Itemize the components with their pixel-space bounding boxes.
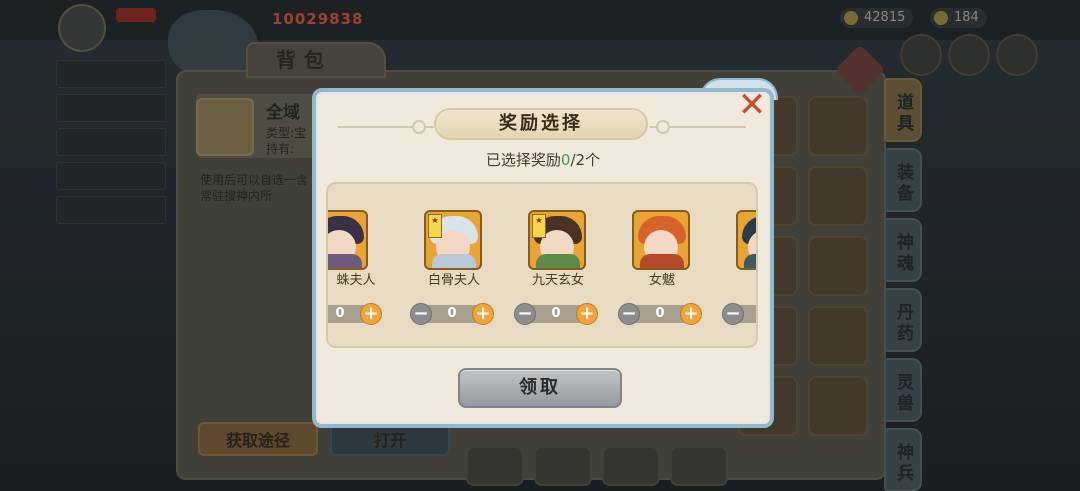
claim-button[interactable]: 领取 — [458, 368, 622, 408]
quantity-value: 0 — [335, 306, 345, 321]
minus-button[interactable]: − — [618, 303, 640, 325]
avatar[interactable] — [736, 210, 756, 270]
avatar[interactable] — [632, 210, 690, 270]
title-ornament-right — [656, 120, 670, 134]
avatar[interactable]: ★ — [528, 210, 586, 270]
minus-button[interactable]: − — [514, 303, 536, 325]
rarity-badge-icon: ★ — [428, 214, 442, 238]
selected-count-text: 已选择奖励0/2个 — [312, 150, 774, 170]
reward-name: 女魃 — [648, 273, 675, 288]
reward-name: 白骨夫人 — [427, 273, 480, 288]
reward-name: 蛛夫人 — [336, 273, 376, 288]
minus-button[interactable]: − — [410, 303, 432, 325]
quantity-stepper: − 0 + — [328, 302, 384, 326]
plus-button[interactable]: + — [576, 303, 598, 325]
avatar[interactable]: ★ — [424, 210, 482, 270]
title-ornament-left — [412, 120, 426, 134]
reward-list[interactable]: 蛛夫人 − 0 + ★ 白骨夫人 − — [326, 182, 758, 348]
dialog-title: 奖励选择 — [499, 113, 583, 134]
quantity-value: 0 — [551, 306, 561, 321]
minus-button[interactable]: − — [722, 303, 744, 325]
reward-name: 九天玄女 — [531, 273, 584, 288]
quantity-value: 0 — [655, 306, 665, 321]
selected-prefix: 已选择奖励 — [485, 151, 561, 169]
quantity-stepper: − 0 + — [410, 302, 496, 326]
plus-button[interactable]: + — [360, 303, 382, 325]
reward-row: 蛛夫人 − 0 + ★ 白骨夫人 − — [328, 184, 756, 346]
quantity-value: 0 — [447, 306, 457, 321]
plus-button[interactable]: + — [472, 303, 494, 325]
close-icon[interactable]: ✕ — [736, 88, 768, 122]
selected-suffix: /2个 — [570, 151, 601, 169]
avatar[interactable] — [328, 210, 368, 270]
quantity-stepper: − 0 + — [618, 302, 704, 326]
game-screen: 10029838 42815 184 背包 全域 类型:宝 持有: 使用后可以自… — [0, 0, 1080, 491]
rarity-badge-icon: ★ — [532, 214, 546, 238]
quantity-stepper: − 0 + — [514, 302, 600, 326]
quantity-stepper: − — [722, 302, 756, 326]
plus-button[interactable]: + — [680, 303, 702, 325]
